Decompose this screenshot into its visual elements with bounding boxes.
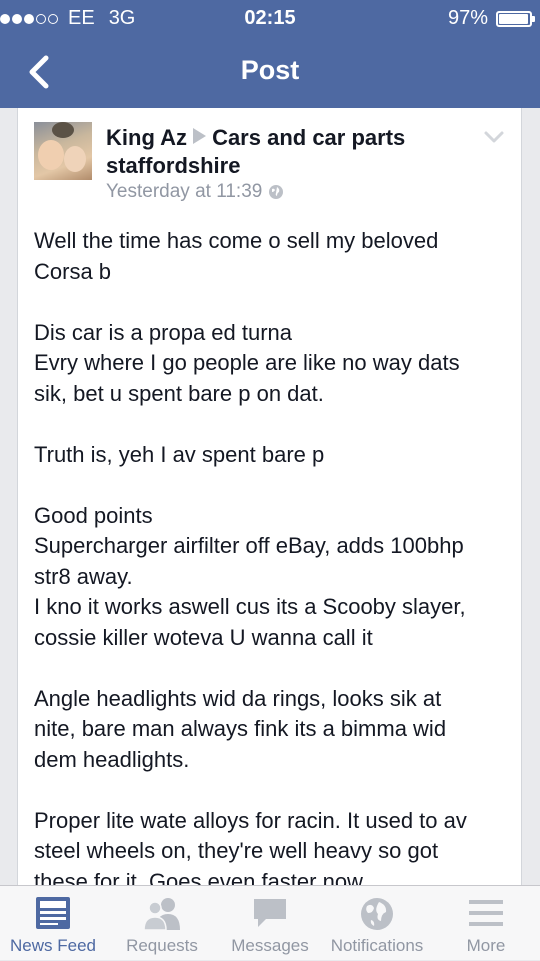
chevron-down-icon[interactable] [483,130,505,144]
post-paragraph: Well the time has come o sell my beloved… [34,228,439,284]
battery-percent: 97% [447,7,488,29]
author-avatar[interactable] [34,122,92,180]
menu-icon [469,900,503,926]
news-feed-icon [36,897,70,929]
status-right: 97% [447,7,535,30]
battery-icon [496,10,535,27]
tab-label: Messages [231,936,309,955]
navigation-bar: Post [0,36,540,108]
tab-notifications[interactable]: Notifications [324,886,430,961]
tab-bar: News Feed Requests Messages Notification… [0,885,540,960]
post-timestamp-row: Yesterday at 11:39 [106,181,284,203]
tab-label: More [466,936,506,955]
post-timestamp[interactable]: Yesterday at 11:39 [106,181,262,203]
tab-news-feed[interactable]: News Feed [0,886,106,961]
post-paragraph: Good points Supercharger airfilter off e… [34,502,466,650]
post-paragraph: Dis car is a propa ed turna Evry where I… [34,319,460,406]
friend-requests-icon [143,898,180,930]
post-card: King Az Cars and car parts staffordshire … [17,108,522,898]
page-title: Post [240,55,300,85]
tab-label: Requests [126,936,198,955]
tab-more[interactable]: More [434,886,538,961]
messages-icon [254,899,286,927]
post-paragraph: Angle headlights wid da rings, looks sik… [34,685,447,772]
tab-label: News Feed [10,936,96,955]
status-bar: EE 3G 02:15 97% [0,0,540,36]
post-paragraph: Truth is, yeh I av spent bare p [34,441,325,467]
tab-requests[interactable]: Requests [110,886,214,961]
post-paragraph: Proper lite wate alloys for racin. It us… [34,807,467,894]
tab-label: Notifications [330,936,424,955]
triangle-right-icon [193,128,207,144]
post-body: Well the time has come o sell my beloved… [34,226,512,898]
tab-messages[interactable]: Messages [218,886,322,961]
post-header: King Az Cars and car parts staffordshire [106,124,476,180]
globe-icon [269,185,284,199]
author-name[interactable]: King Az [106,125,187,150]
globe-icon [361,898,393,930]
